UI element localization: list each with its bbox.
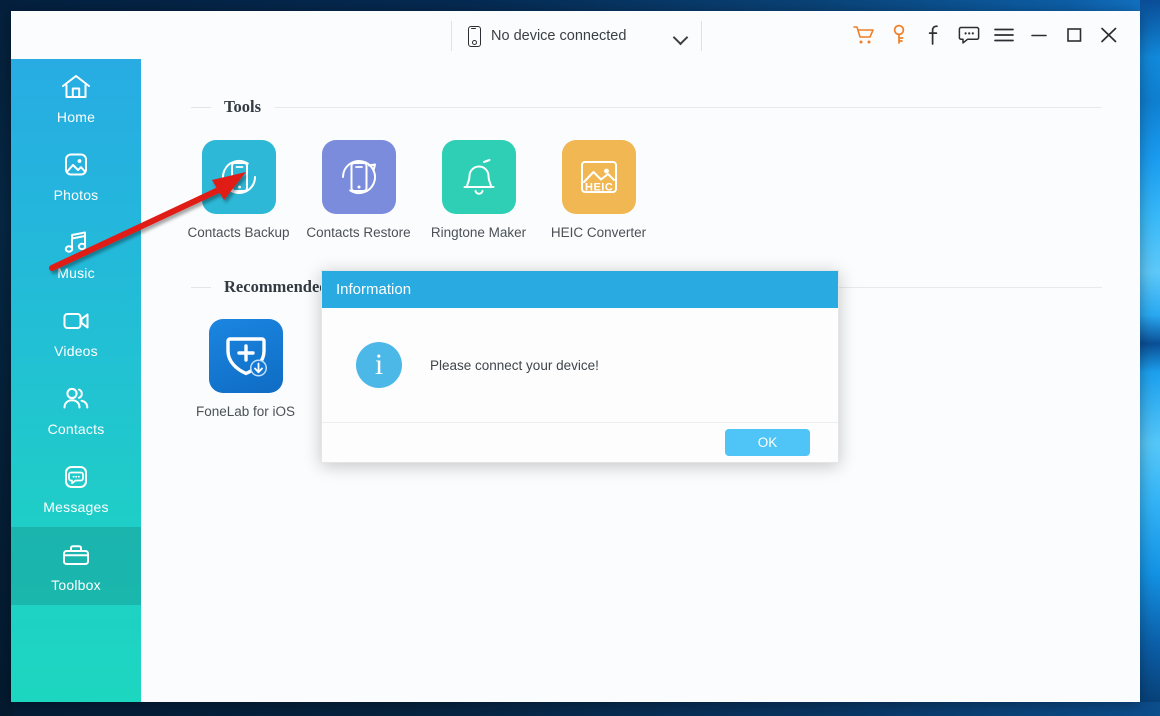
contacts-backup-icon [202,140,276,214]
info-icon: i [356,342,402,388]
tool-label: FoneLab for iOS [196,404,295,419]
sidebar-item-label: Videos [54,343,98,359]
information-dialog: Information i Please connect your device… [321,270,839,463]
close-button[interactable] [1091,11,1126,59]
tool-ringtone-maker[interactable]: Ringtone Maker [441,140,516,240]
tool-contacts-backup[interactable]: Contacts Backup [201,140,276,240]
dialog-title-bar: Information [322,271,838,308]
feedback-icon[interactable] [951,11,986,59]
sidebar-item-photos[interactable]: Photos [11,137,141,215]
sidebar-item-contacts[interactable]: Contacts [11,371,141,449]
section-dash [191,107,211,108]
music-icon [59,228,93,258]
home-icon [59,72,93,102]
sidebar-item-label: Messages [43,499,108,515]
sidebar-item-label: Toolbox [51,577,101,593]
toolbox-icon [59,540,93,570]
menu-icon[interactable] [986,11,1021,59]
device-selector[interactable]: No device connected [451,21,702,51]
device-status-label: No device connected [491,28,626,44]
dialog-footer: OK [322,423,838,461]
tool-fonelab-for-ios[interactable]: FoneLab for iOS [208,319,283,419]
sidebar-item-toolbox[interactable]: Toolbox [11,527,141,605]
fonelab-icon [209,319,283,393]
tools-section-title: Tools [211,97,274,117]
dialog-body: i Please connect your device! [322,308,838,423]
sidebar-item-label: Home [57,109,95,125]
title-bar: No device connected [11,11,1140,60]
sidebar-item-label: Contacts [48,421,105,437]
sidebar-item-label: Music [57,265,95,281]
videos-icon [59,306,93,336]
tool-label: HEIC Converter [551,225,646,240]
sidebar-item-label: Photos [54,187,99,203]
sidebar-item-messages[interactable]: Messages [11,449,141,527]
tools-section-header: Tools [141,97,1140,117]
ringtone-maker-icon [442,140,516,214]
tool-contacts-restore[interactable]: Contacts Restore [321,140,396,240]
key-icon[interactable] [881,11,916,59]
window-controls [846,11,1126,59]
maximize-button[interactable] [1056,11,1091,59]
heic-converter-icon: HEIC [562,140,636,214]
sidebar-navigation: Home Photos Music [11,59,141,702]
contacts-restore-icon [322,140,396,214]
application-window: No device connected [11,11,1140,702]
tool-label: Ringtone Maker [431,225,526,240]
tool-label: Contacts Restore [306,225,410,240]
chevron-down-icon[interactable] [674,32,687,40]
sidebar-item-home[interactable]: Home [11,59,141,137]
ok-button[interactable]: OK [725,429,810,456]
dialog-message: Please connect your device! [430,358,599,373]
tool-label: Contacts Backup [187,225,289,240]
minimize-button[interactable] [1021,11,1056,59]
tools-tile-row: Contacts Backup Contacts Restore [141,140,1140,240]
content-area: Tools Contacts Backup [141,59,1140,702]
phone-icon [468,26,481,47]
section-dash [191,287,211,288]
section-rule [274,107,1102,108]
sidebar-item-videos[interactable]: Videos [11,293,141,371]
facebook-icon[interactable] [916,11,951,59]
svg-text:HEIC: HEIC [585,182,613,194]
contacts-icon [59,384,93,414]
dialog-title: Information [336,281,411,298]
sidebar-item-music[interactable]: Music [11,215,141,293]
messages-icon [59,462,93,492]
cart-icon[interactable] [846,11,881,59]
photos-icon [59,150,93,180]
tool-heic-converter[interactable]: HEIC HEIC Converter [561,140,636,240]
